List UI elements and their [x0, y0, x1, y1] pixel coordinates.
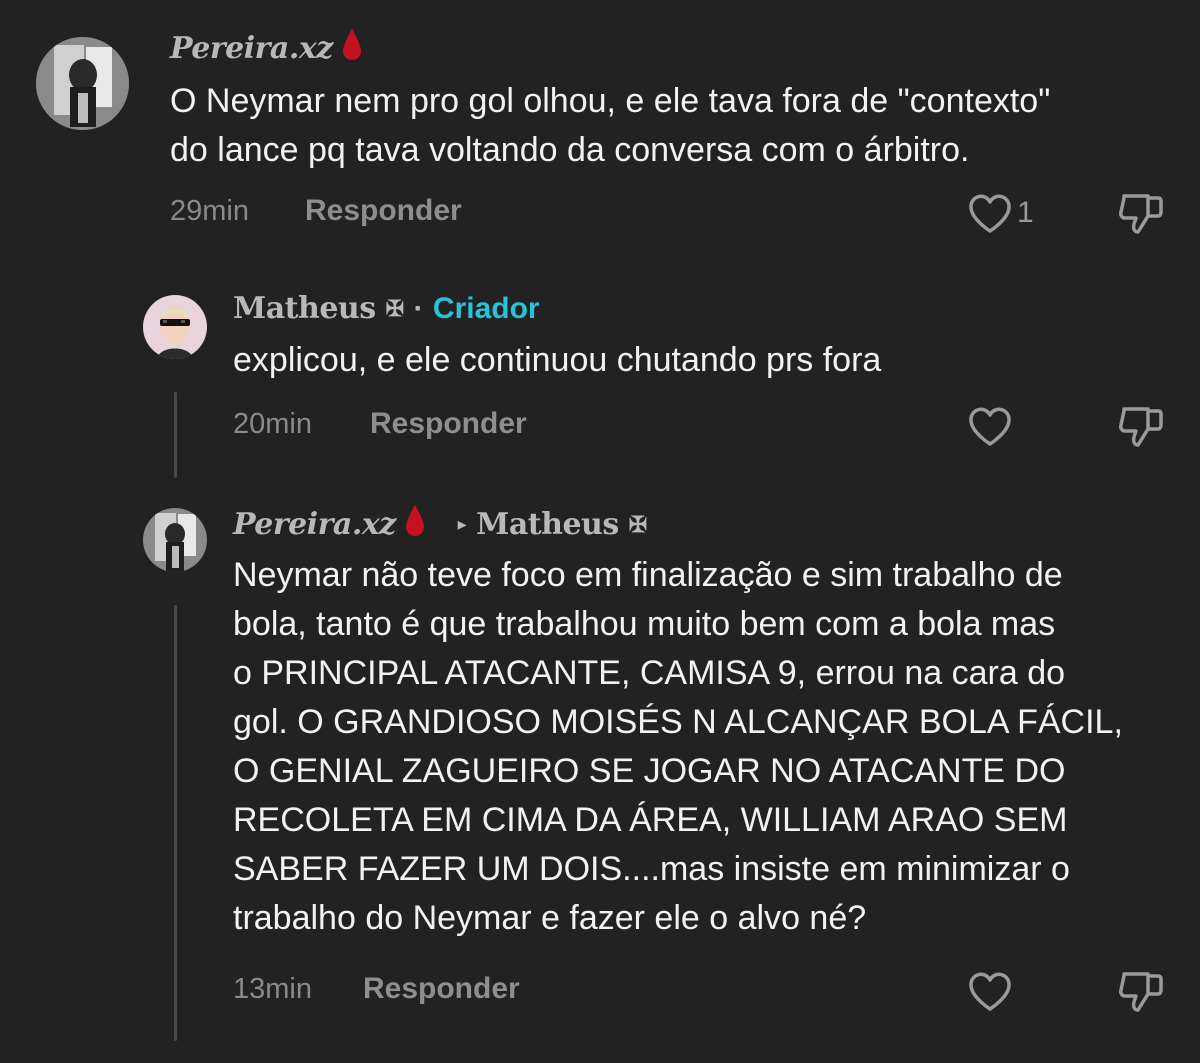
comment-timestamp: 20min — [233, 408, 312, 440]
like-count: 1 — [1017, 196, 1034, 229]
thread-line — [174, 605, 177, 1041]
comment-line: o PRINCIPAL ATACANTE, CAMISA 9, errou na… — [233, 654, 1066, 692]
comment-line: SABER FAZER UM DOIS....mas insiste em mi… — [233, 850, 1070, 888]
comment-line: gol. O GRANDIOSO MOISÉS N ALCANÇAR BOLA … — [233, 703, 1123, 741]
comment-line: RECOLETA EM CIMA DA ÁREA, WILLIAM ARAO S… — [233, 801, 1068, 839]
author-name[interactable]: Pereira.xz — [170, 31, 333, 66]
creator-badge: Criador — [432, 292, 540, 325]
author-name[interactable]: Pereira.xz — [233, 507, 396, 542]
separator: · — [413, 292, 423, 325]
thread-line — [174, 392, 177, 478]
reply-to-name[interactable]: Matheus — [476, 507, 619, 542]
reply-button[interactable]: Responder — [363, 972, 520, 1006]
comment-timestamp: 13min — [233, 973, 312, 1005]
comment-body: explicou, e ele continuou chutando prs f… — [233, 336, 881, 385]
comment-line: trabalho do Neymar e fazer ele o alvo né… — [233, 899, 867, 937]
reply-arrow-icon: ▸ — [457, 514, 467, 535]
avatar[interactable] — [143, 508, 207, 572]
thumbs-down-icon[interactable] — [1116, 403, 1166, 451]
reply-button[interactable]: Responder — [305, 194, 462, 228]
comment-line: bola, tanto é que trabalhou muito bem co… — [233, 605, 1056, 643]
reply-button[interactable]: Responder — [370, 407, 527, 441]
heart-icon[interactable] — [967, 971, 1013, 1013]
cross-icon: ✠ — [385, 296, 404, 322]
comment-body: O Neymar nem pro gol olhou, e ele tava f… — [170, 77, 1050, 175]
cross-icon: ✠ — [628, 512, 647, 538]
author-name[interactable]: Matheus — [233, 291, 376, 326]
thumbs-down-icon[interactable] — [1116, 190, 1166, 238]
comment-line: O GENIAL ZAGUEIRO SE JOGAR NO ATACANTE D… — [233, 752, 1066, 790]
avatar[interactable] — [143, 295, 207, 359]
comment-line: explicou, e ele continuou chutando prs f… — [233, 341, 882, 379]
comment-author[interactable]: Matheus ✠ · Criador — [233, 291, 540, 326]
comment-author[interactable]: Pereira.xz ▸ Matheus ✠ — [233, 504, 647, 542]
blood-drop-icon — [341, 28, 363, 62]
blood-drop-icon — [404, 504, 426, 538]
comment-timestamp: 29min — [170, 195, 249, 227]
comment-author[interactable]: Pereira.xz — [170, 28, 363, 66]
comment-body: Neymar não teve foco em finalização e si… — [233, 551, 1123, 943]
comment-line: Neymar não teve foco em finalização e si… — [233, 556, 1063, 594]
heart-icon[interactable] — [967, 406, 1013, 448]
comment-line: do lance pq tava voltando da conversa co… — [170, 131, 970, 169]
avatar[interactable] — [36, 37, 129, 130]
comment-line: O Neymar nem pro gol olhou, e ele tava f… — [170, 82, 1051, 120]
heart-icon[interactable] — [967, 193, 1013, 235]
thumbs-down-icon[interactable] — [1116, 968, 1166, 1016]
